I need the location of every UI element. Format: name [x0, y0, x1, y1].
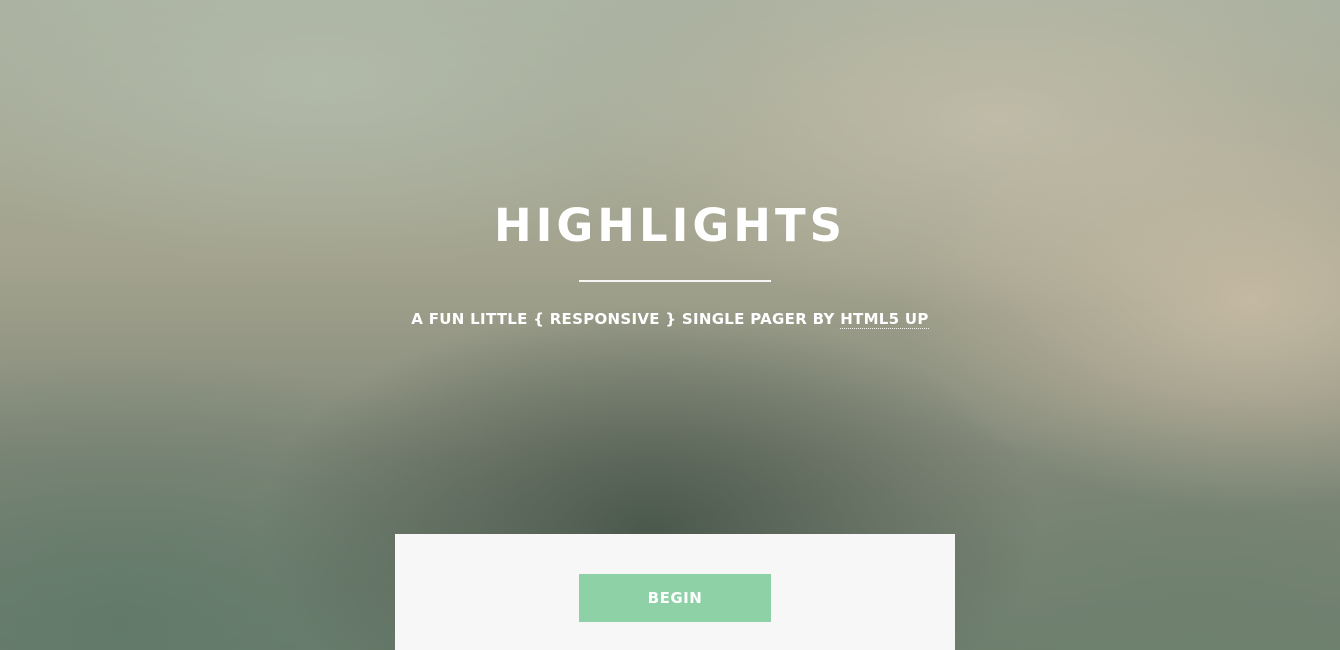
- page-title: HIGHLIGHTS: [493, 199, 847, 252]
- subtitle-text: A FUN LITTLE { RESPONSIVE } SINGLE PAGER…: [411, 310, 841, 328]
- title-divider: [579, 280, 771, 282]
- page-subtitle: A FUN LITTLE { RESPONSIVE } SINGLE PAGER…: [0, 308, 1340, 330]
- html5-up-link[interactable]: HTML5 UP: [840, 310, 929, 329]
- content-panel: BEGIN: [395, 534, 955, 650]
- begin-button[interactable]: BEGIN: [579, 574, 771, 622]
